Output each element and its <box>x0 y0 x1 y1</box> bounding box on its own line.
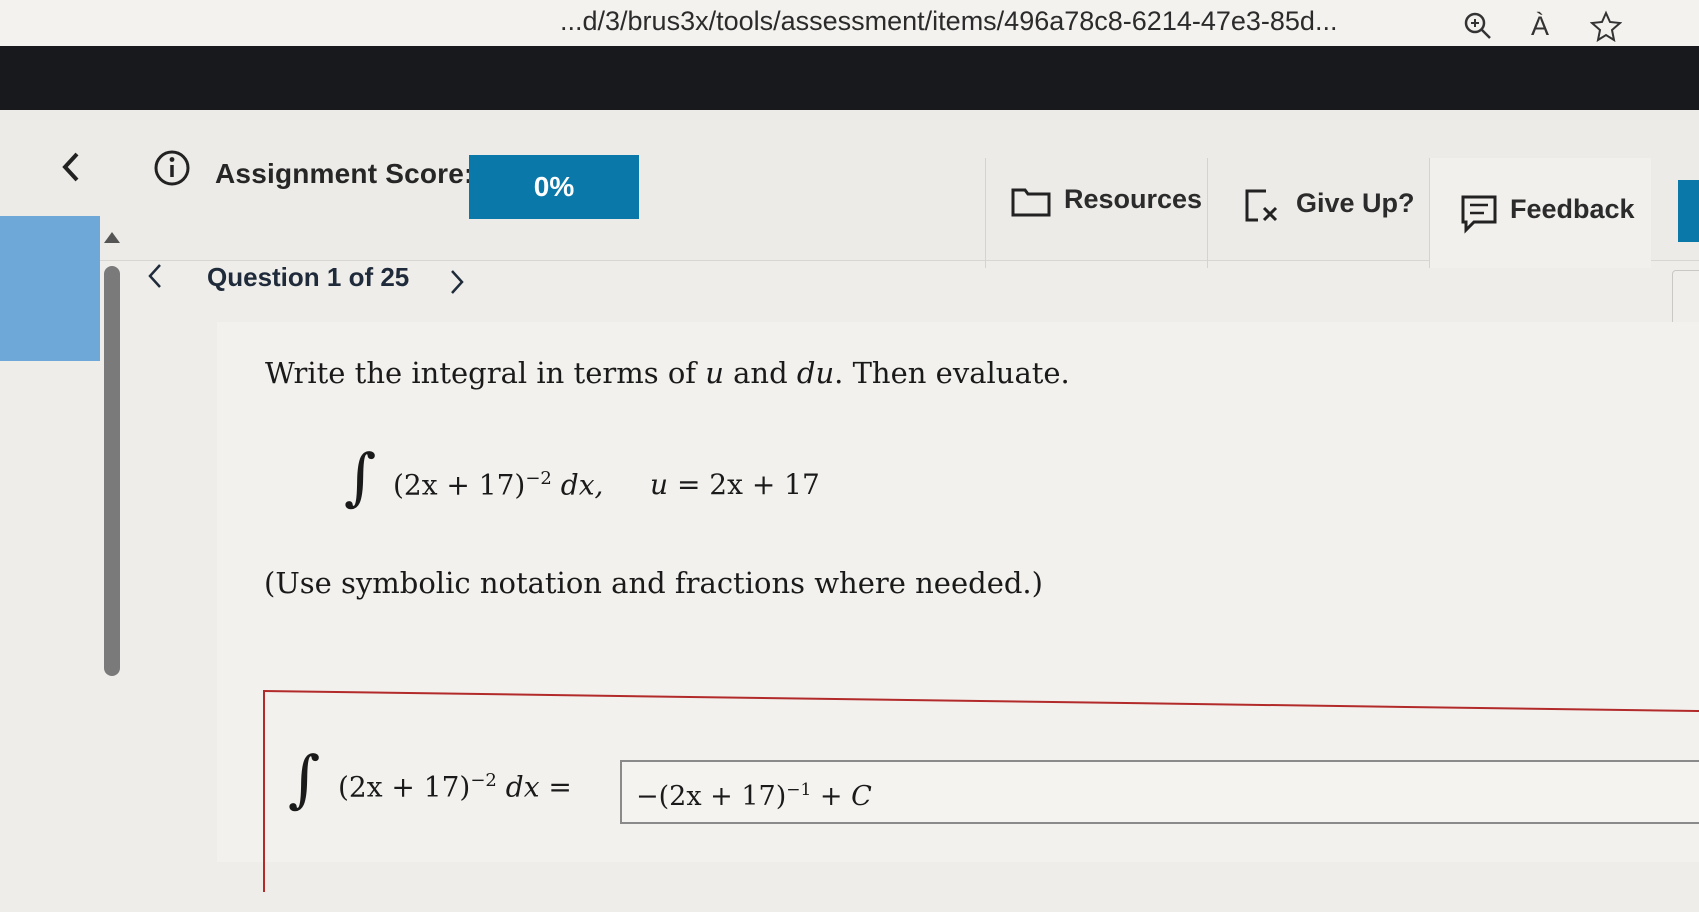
question-counter: Question 1 of 25 <box>207 262 410 292</box>
next-question-icon[interactable] <box>448 268 466 300</box>
folder-icon <box>1010 184 1052 225</box>
give-up-icon <box>1244 188 1284 231</box>
resources-button[interactable]: Resources <box>985 158 1207 268</box>
give-up-button[interactable]: Give Up? <box>1207 158 1429 268</box>
zoom-icon[interactable] <box>1460 8 1496 44</box>
back-chevron-icon[interactable] <box>60 150 82 188</box>
give-up-label: Give Up? <box>1296 188 1415 218</box>
prompt-u: u <box>705 356 724 390</box>
feedback-icon <box>1460 194 1498 241</box>
prompt-du: du <box>796 356 835 390</box>
left-panel-tab[interactable] <box>0 216 100 361</box>
answer-lhs-body: (2x + 17)−2 dx = <box>338 770 572 804</box>
read-aloud-icon[interactable]: À <box>1522 8 1558 44</box>
resources-label: Resources <box>1064 184 1203 214</box>
info-icon[interactable] <box>152 148 192 192</box>
question-prompt: Write the integral in terms of u and du.… <box>265 356 1070 390</box>
assignment-score-label: Assignment Score: <box>215 158 474 189</box>
url-text[interactable]: ...d/3/brus3x/tools/assessment/items/496… <box>560 6 1337 37</box>
assignment-score-value: 0% <box>469 155 639 219</box>
header-side-tab[interactable] <box>1678 180 1699 242</box>
feedback-button[interactable]: Feedback <box>1429 158 1651 268</box>
answer-integral-sign: ∫ <box>288 742 321 815</box>
substitution: u = 2x + 17 <box>650 468 820 501</box>
scroll-up-arrow-icon[interactable] <box>104 232 120 243</box>
feedback-label: Feedback <box>1510 194 1635 224</box>
notation-hint: (Use symbolic notation and fractions whe… <box>264 566 1043 600</box>
integral-body: (2x + 17)−2 dx, <box>393 468 604 502</box>
answer-value: −(2x + 17) <box>636 781 787 812</box>
answer-exponent: −1 <box>786 780 812 800</box>
scrollbar-thumb[interactable] <box>104 266 120 676</box>
answer-constant: + C <box>811 781 872 812</box>
answer-input[interactable]: −(2x + 17)−1 + C <box>620 760 1699 824</box>
favorite-star-icon[interactable] <box>1588 8 1624 44</box>
integral-sign: ∫ <box>344 440 377 513</box>
previous-question-icon[interactable] <box>146 262 164 294</box>
